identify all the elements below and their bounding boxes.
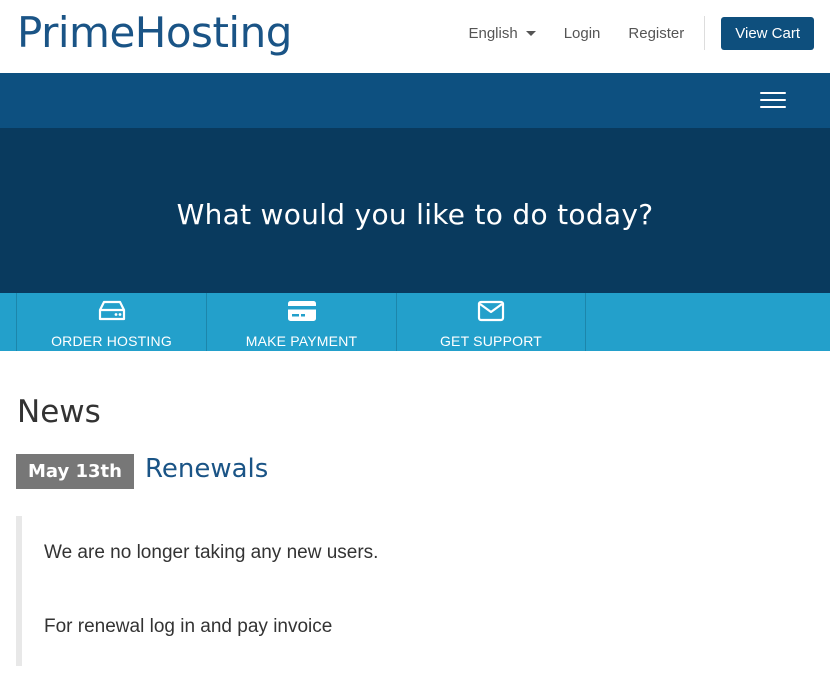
news-paragraph: We are no longer taking any new users. <box>44 542 379 563</box>
site-logo[interactable]: PrimeHosting <box>17 8 292 57</box>
register-link[interactable]: Register <box>628 25 684 42</box>
get-support-button[interactable]: GET SUPPORT <box>396 293 586 351</box>
order-hosting-button[interactable]: ORDER HOSTING <box>16 293 206 351</box>
hamburger-menu-icon[interactable] <box>760 92 786 110</box>
make-payment-label: MAKE PAYMENT <box>245 333 358 349</box>
news-heading: News <box>17 394 101 430</box>
order-hosting-label: ORDER HOSTING <box>51 333 172 349</box>
top-header: PrimeHosting English Login Register View… <box>0 0 830 73</box>
news-item-header: May 13th Renewals <box>16 454 268 489</box>
news-date-badge: May 13th <box>16 454 134 489</box>
header-links: English Login Register View Cart <box>440 16 814 50</box>
make-payment-button[interactable]: MAKE PAYMENT <box>206 293 396 351</box>
language-label: English <box>468 24 518 42</box>
caret-down-icon <box>525 30 536 36</box>
news-title-link[interactable]: Renewals <box>145 454 268 484</box>
hero-banner: What would you like to do today? <box>0 128 830 293</box>
view-cart-button[interactable]: View Cart <box>721 16 814 50</box>
language-selector[interactable]: English <box>468 24 536 42</box>
main-navbar <box>0 73 830 128</box>
header-divider <box>704 16 706 50</box>
login-link[interactable]: Login <box>564 25 601 42</box>
news-body: We are no longer taking any new users. F… <box>16 516 806 666</box>
get-support-label: GET SUPPORT <box>439 333 543 349</box>
envelope-icon <box>477 300 505 322</box>
credit-card-icon <box>287 301 316 321</box>
hero-title: What would you like to do today? <box>176 198 654 231</box>
server-icon <box>98 300 125 321</box>
news-paragraph: For renewal log in and pay invoice <box>44 616 333 637</box>
quick-actions-bar: ORDER HOSTING MAKE PAYMENT GET SUPPORT <box>0 293 830 351</box>
